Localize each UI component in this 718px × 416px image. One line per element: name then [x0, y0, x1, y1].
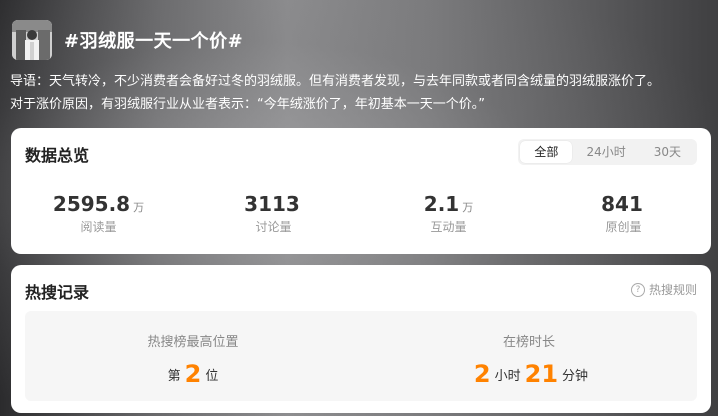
peak-position: 热搜榜最高位置 第2位: [25, 311, 361, 401]
stat-value: 2595.8: [52, 192, 131, 216]
topic-avatar[interactable]: [12, 20, 52, 60]
stat-value: 3113: [244, 192, 300, 216]
peak-suffix: 位: [205, 369, 219, 384]
stat-label: 讨论量: [255, 220, 292, 234]
peak-value: 2: [184, 360, 202, 388]
duration-value-row: 2 小时 21 分钟: [361, 360, 697, 388]
stat-label: 互动量: [430, 220, 467, 234]
duration-hours-unit: 小时: [494, 369, 521, 384]
hot-record-box: 热搜榜最高位置 第2位 在榜时长 2 小时 21 分钟: [25, 311, 697, 401]
on-list-duration: 在榜时长 2 小时 21 分钟: [361, 311, 697, 401]
topic-title: #羽绒服一天一个价#: [64, 31, 244, 52]
duration-label: 在榜时长: [502, 335, 555, 350]
data-overview-card: 数据总览 全部 24小时 30天 2595.8 万 阅读量 3113 讨论量 2.…: [11, 128, 711, 254]
question-circle-icon: ?: [630, 282, 645, 297]
duration-hours: 2: [473, 360, 491, 388]
stat-interactions: 2.1 万 互动量: [361, 192, 536, 235]
stat-value: 841: [601, 192, 643, 216]
stat-reads: 2595.8 万 阅读量: [11, 192, 186, 235]
intro-line-2: 对于涨价原因，有羽绒服行业从业者表示：“今年绒涨价了，年初基本一天一个价。”: [10, 97, 485, 112]
stat-value: 2.1: [423, 192, 460, 216]
time-range-tabs: 全部 24小时 30天: [518, 139, 697, 165]
hot-search-rules-link[interactable]: ? 热搜规则: [630, 281, 697, 298]
stat-unit: 万: [133, 201, 145, 214]
tab-all[interactable]: 全部: [520, 141, 573, 163]
duration-minutes: 21: [524, 360, 559, 388]
duration-minutes-unit: 分钟: [562, 369, 589, 384]
tab-24h[interactable]: 24小时: [572, 141, 639, 163]
hot-record-title: 热搜记录: [25, 283, 90, 302]
peak-label: 热搜榜最高位置: [147, 335, 239, 350]
intro-line-1: 导语：天气转冷，不少消费者会备好过冬的羽绒服。但有消费者发现，与去年同款或者同含…: [10, 74, 661, 89]
stat-label: 阅读量: [80, 220, 117, 234]
rules-link-label: 热搜规则: [648, 283, 697, 297]
overview-title: 数据总览: [25, 146, 90, 165]
stat-label: 原创量: [605, 220, 642, 234]
tab-30d[interactable]: 30天: [640, 141, 695, 163]
stats-row: 2595.8 万 阅读量 3113 讨论量 2.1 万 互动量 841 原创量: [11, 192, 711, 235]
hot-search-record-card: 热搜记录 ? 热搜规则 热搜榜最高位置 第2位 在榜时长 2 小时 21 分钟: [11, 265, 711, 413]
peak-prefix: 第: [167, 369, 181, 384]
peak-value-row: 第2位: [25, 360, 361, 388]
topic-intro: 导语：天气转冷，不少消费者会备好过冬的羽绒服。但有消费者发现，与去年同款或者同含…: [10, 70, 714, 116]
stat-unit: 万: [462, 201, 474, 214]
topic-header: #羽绒服一天一个价#: [12, 18, 243, 62]
stat-originals: 841 原创量: [536, 192, 711, 235]
stat-discussions: 3113 讨论量: [186, 192, 361, 235]
topic-avatar-image: [12, 20, 52, 60]
